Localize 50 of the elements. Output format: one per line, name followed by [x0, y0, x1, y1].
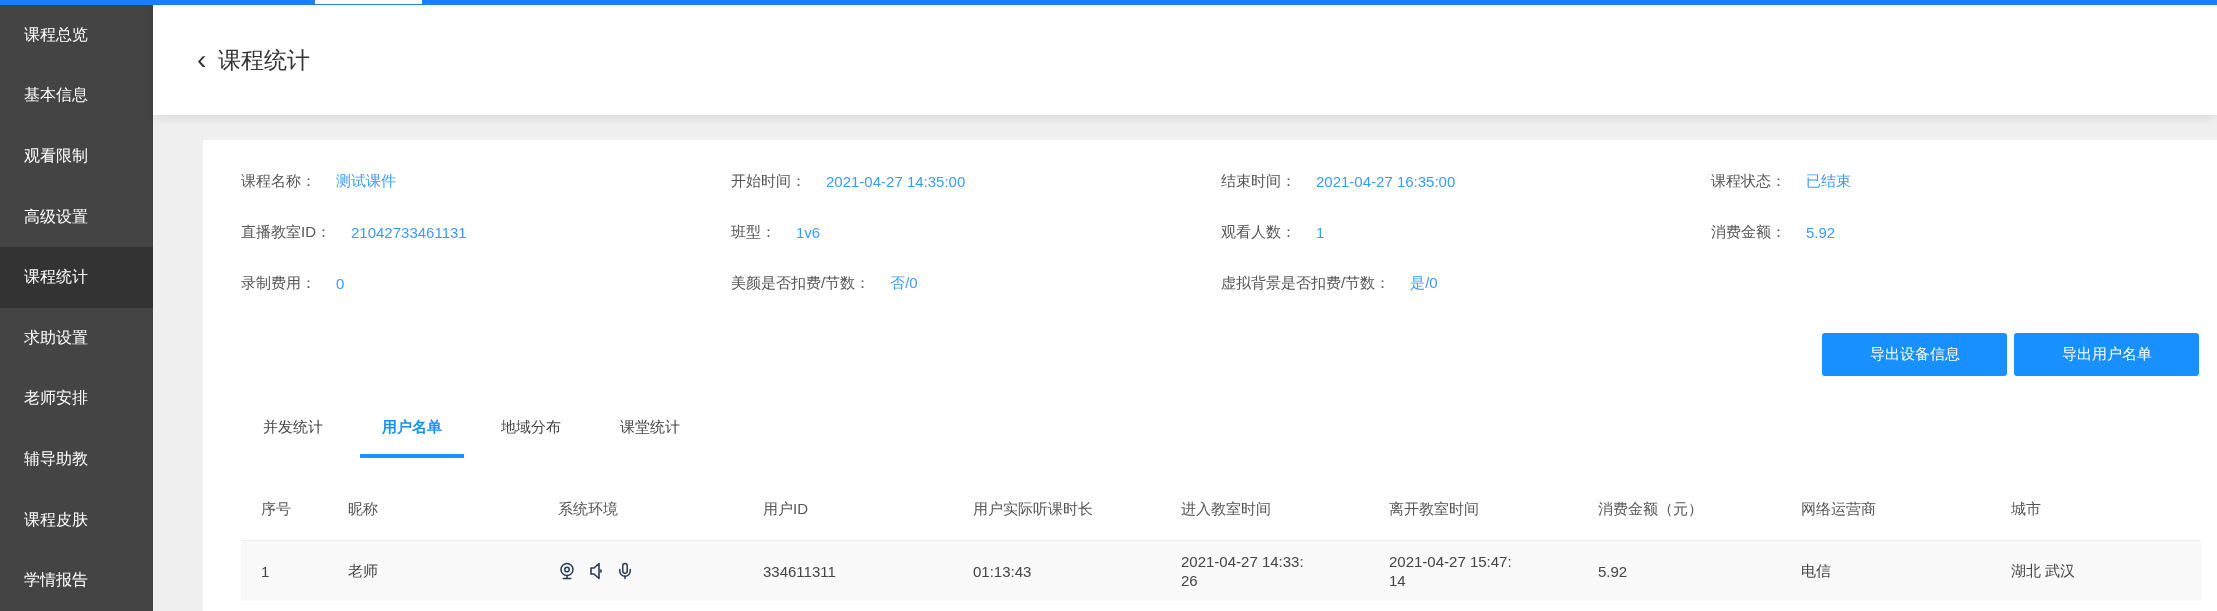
info-value: 1v6 — [796, 224, 821, 241]
info-value: 21042733461131 — [351, 224, 467, 241]
speaker-icon — [590, 562, 602, 580]
page-title: 课程统计 — [218, 45, 311, 75]
table-cell-text: 5.92 — [1597, 562, 1629, 580]
column-header: 消费金额（元） — [1597, 499, 1704, 519]
info-label: 观看人数： — [1221, 223, 1296, 242]
info-label: 课程状态： — [1711, 172, 1786, 191]
sidebar-item[interactable]: 课程统计 — [0, 247, 153, 308]
info-value: 0 — [336, 275, 345, 292]
microphone-icon — [616, 562, 634, 580]
info-value: 已结束 — [1806, 172, 1851, 191]
column-header: 离开教室时间 — [1388, 499, 1480, 519]
info-label: 开始时间： — [731, 172, 806, 191]
column-header: 系统环境 — [557, 499, 619, 519]
info-value: 测试课件 — [336, 172, 396, 191]
column-header: 网络运营商 — [1800, 499, 1877, 519]
table-cell-text: 湖北 武汉 — [2010, 561, 2077, 581]
info-value: 是/0 — [1410, 274, 1438, 293]
info-label: 录制费用： — [241, 274, 316, 293]
info-value: 5.92 — [1806, 224, 1836, 241]
info-label: 直播教室ID： — [241, 223, 331, 242]
column-header: 城市 — [2010, 499, 2042, 519]
table-cell-text: 2021-04-27 14:33:26 — [1181, 551, 1305, 591]
table-cell-text: 334611311 — [762, 562, 837, 580]
info-label: 消费金额： — [1711, 223, 1786, 242]
info-label: 班型： — [731, 223, 776, 242]
info-value: 否/0 — [890, 274, 918, 293]
column-header: 用户ID — [762, 499, 809, 519]
info-label: 美颜是否扣费/节数： — [731, 274, 871, 293]
column-header: 用户实际听课时长 — [972, 499, 1094, 519]
tab[interactable]: 地域分布 — [479, 418, 583, 458]
column-header: 进入教室时间 — [1180, 499, 1272, 519]
info-value: 2021-04-27 14:35:00 — [826, 173, 966, 190]
webcam-icon — [558, 562, 576, 580]
table-cell-text: 1 — [260, 562, 271, 580]
info-value: 2021-04-27 16:35:00 — [1316, 173, 1456, 190]
table-cell-text: 电信 — [1800, 561, 1832, 581]
info-label: 虚拟背景是否扣费/节数： — [1221, 274, 1391, 293]
tab[interactable]: 并发统计 — [241, 418, 345, 458]
column-header: 序号 — [260, 499, 292, 519]
info-label: 结束时间： — [1221, 172, 1296, 191]
info-label: 课程名称： — [241, 172, 316, 191]
back-button[interactable]: ‹ — [197, 46, 207, 74]
info-value: 1 — [1316, 224, 1325, 241]
column-header: 昵称 — [347, 499, 379, 519]
table-cell-text: 2021-04-27 15:47:14 — [1389, 551, 1513, 591]
table-cell-text: 老师 — [347, 561, 379, 581]
tab[interactable]: 课堂统计 — [598, 418, 702, 458]
table-cell-text: 01:13:43 — [972, 562, 1033, 580]
